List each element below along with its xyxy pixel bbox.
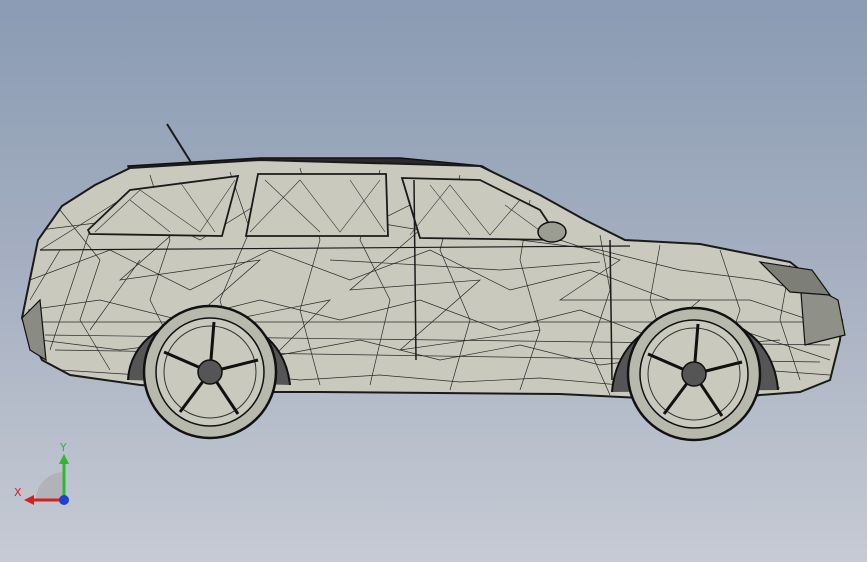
front-door-window: [400, 177, 562, 241]
graphics-viewport[interactable]: Y X: [0, 0, 867, 562]
front-wheel: [626, 306, 762, 442]
triad-plane: [36, 472, 64, 500]
rear-wheel: [142, 304, 278, 440]
x-axis-label: X: [14, 486, 22, 499]
y-axis-label: Y: [59, 441, 67, 454]
z-axis-dot: [59, 495, 69, 505]
y-axis-arrow: [59, 454, 69, 464]
side-mirror: [537, 221, 567, 243]
antenna: [166, 123, 193, 165]
orientation-triad[interactable]: Y X: [10, 440, 80, 510]
x-axis-arrow: [24, 495, 34, 505]
car-wireframe-model[interactable]: [0, 0, 867, 562]
